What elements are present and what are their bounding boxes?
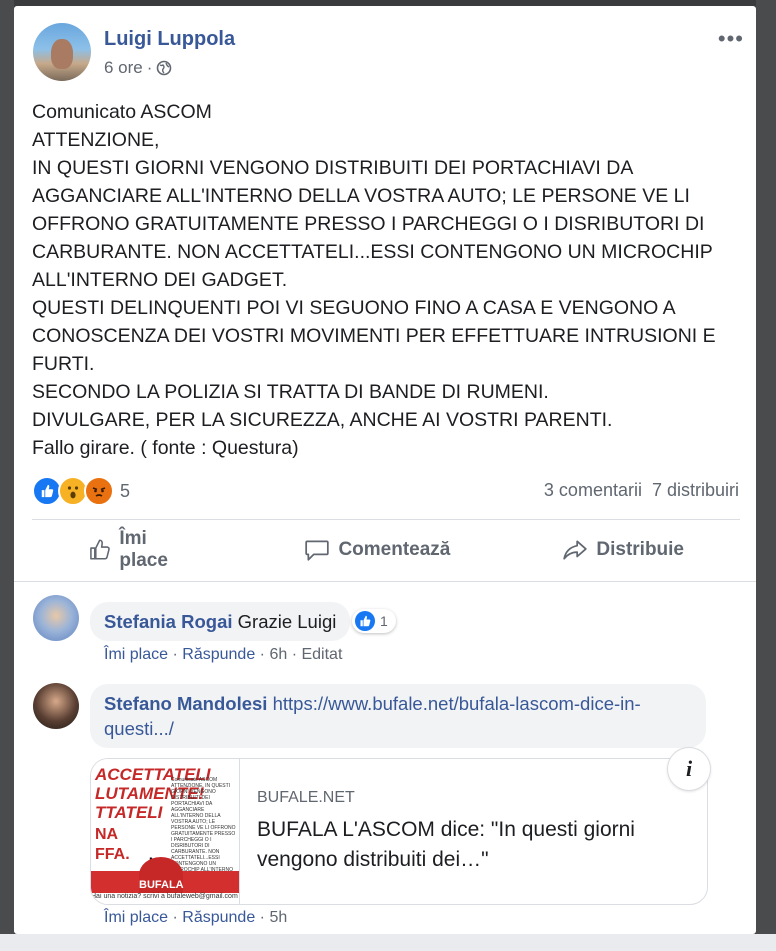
commenter-name[interactable]: Stefano Mandolesi xyxy=(104,693,267,714)
like-button-label: Îmi place xyxy=(119,528,168,571)
commenter-avatar[interactable] xyxy=(33,683,79,729)
thumb-footer: Hai una notizia? scrivi a bufaleweb@gmai… xyxy=(91,893,239,904)
reactions-summary[interactable]: 5 xyxy=(32,476,130,506)
more-options-icon[interactable]: ••• xyxy=(718,26,744,52)
comments-count[interactable]: 3 comentarii xyxy=(544,480,642,501)
comment-bubble: Stefano Mandolesi https://www.bufale.net… xyxy=(90,684,706,748)
author-avatar[interactable] xyxy=(33,23,91,81)
divider xyxy=(32,519,740,520)
comment-button[interactable]: Comentează xyxy=(248,529,506,571)
info-icon[interactable]: i xyxy=(668,748,710,790)
thumb-subline: NA FFA. xyxy=(95,825,130,865)
engagement-counts: 3 comentarii 7 distribuiri xyxy=(544,480,739,501)
divider xyxy=(14,581,756,582)
comment-like-link[interactable]: Îmi place xyxy=(104,909,168,926)
comment-reply-link[interactable]: Răspunde xyxy=(182,909,255,926)
link-title: BUFALA L'ASCOM dice: "In questi giorni v… xyxy=(257,818,635,871)
comment-actions: Îmi place · Răspunde · 6h · Editat xyxy=(104,646,343,663)
bufala-logo: BUFALA xyxy=(139,857,184,893)
comment-reply-link[interactable]: Răspunde xyxy=(182,646,255,663)
globe-icon[interactable] xyxy=(156,60,172,76)
thumb-line: FFA. xyxy=(95,846,130,863)
comment-time[interactable]: 5h xyxy=(269,909,287,926)
post-time[interactable]: 6 ore xyxy=(104,58,143,78)
share-button-label: Distribuie xyxy=(596,539,684,560)
post-meta: 6 ore · xyxy=(104,58,172,78)
link-preview-card[interactable]: ACCETTATELI LUTAMENTE! TTATELI Comunicat… xyxy=(90,758,708,905)
comment-like-link[interactable]: Îmi place xyxy=(104,646,168,663)
comment-bubble: Stefania Rogai Grazie Luigi xyxy=(90,602,351,641)
comment-edited[interactable]: Editat xyxy=(301,646,342,663)
speech-bubble-icon xyxy=(305,540,330,561)
thumb-line: NA xyxy=(95,826,119,843)
link-domain: BUFALE.NET xyxy=(257,789,355,806)
comment-text: Grazie Luigi xyxy=(237,611,337,632)
post-author-name[interactable]: Luigi Luppola xyxy=(104,28,235,51)
meta-separator: · xyxy=(146,58,153,77)
angry-reaction-icon xyxy=(84,476,114,506)
share-arrow-icon xyxy=(563,540,588,560)
comment-like-count: 1 xyxy=(380,613,388,629)
bottom-strip xyxy=(0,934,776,951)
comment-like-badge[interactable]: 1 xyxy=(352,609,396,633)
comment-actions: Îmi place · Răspunde · 5h xyxy=(104,909,288,926)
shares-count[interactable]: 7 distribuiri xyxy=(652,480,739,501)
share-button[interactable]: Distribuie xyxy=(506,529,740,571)
thumbs-up-icon xyxy=(90,539,110,560)
comment-time[interactable]: 6h xyxy=(269,646,287,663)
like-button[interactable]: Îmi place xyxy=(32,528,248,571)
post-actions-bar: Îmi place Comentează Distribuie xyxy=(32,528,740,571)
background-page-left xyxy=(0,0,14,951)
link-preview-thumbnail: ACCETTATELI LUTAMENTE! TTATELI Comunicat… xyxy=(91,759,240,904)
background-page-right xyxy=(756,0,776,951)
commenter-name[interactable]: Stefania Rogai xyxy=(104,611,233,632)
commenter-avatar[interactable] xyxy=(33,595,79,641)
comment-button-label: Comentează xyxy=(338,539,451,560)
reaction-count: 5 xyxy=(120,480,131,501)
post-body: Comunicato ASCOM ATTENZIONE, IN QUESTI G… xyxy=(32,101,716,459)
post-card: Luigi Luppola 6 ore · ••• Comunicato ASC… xyxy=(14,6,756,934)
like-reaction-icon xyxy=(355,611,375,631)
